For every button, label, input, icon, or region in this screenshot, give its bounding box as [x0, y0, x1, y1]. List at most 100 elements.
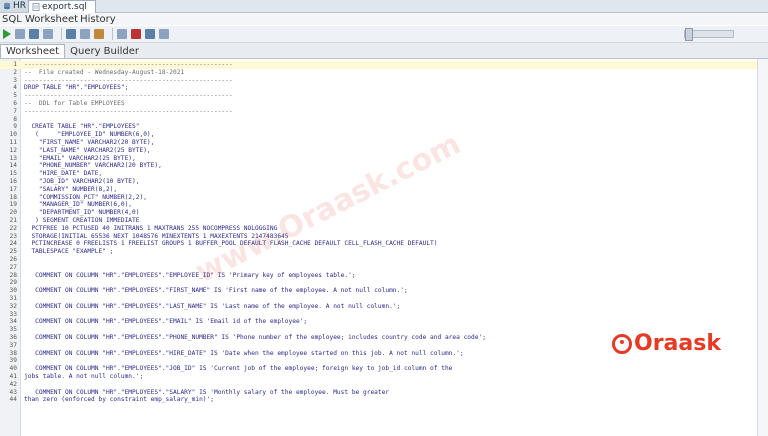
tab-export-sql[interactable]: export.sql: [28, 0, 96, 13]
subtab-sql-worksheet[interactable]: SQL Worksheet: [2, 14, 78, 25]
subtab-history[interactable]: History: [80, 14, 116, 25]
case-toggle-icon[interactable]: [159, 29, 169, 39]
line-text: ----------------------------------------…: [24, 107, 233, 115]
tab-worksheet[interactable]: Worksheet: [0, 44, 66, 58]
line-text: ----------------------------------------…: [24, 61, 233, 68]
line-text: "HIRE_DATE" DATE,: [24, 170, 103, 178]
line-number: 4: [13, 84, 17, 92]
line-number: 18: [9, 193, 17, 201]
line-number: 39: [9, 357, 17, 365]
line-number: 14: [9, 162, 17, 170]
toolbar-separator: [112, 28, 113, 40]
line-number: 19: [9, 201, 17, 209]
code-line: 12 "LAST_NAME" VARCHAR2(25 BYTE),: [0, 147, 758, 155]
code-line: 32 COMMENT ON COLUMN "HR"."EMPLOYEES"."L…: [0, 303, 758, 311]
line-text: ( "EMPLOYEE_ID" NUMBER(6,0),: [24, 131, 155, 139]
code-line: 2 -- File created - Wednesday-August-18-2…: [0, 69, 758, 77]
line-text: than zero (enforced by constraint emp_sa…: [24, 396, 214, 404]
line-text: "PHONE_NUMBER" VARCHAR2(20 BYTE),: [24, 162, 162, 170]
code-line: 19 "MANAGER_ID" NUMBER(6,0),: [0, 201, 758, 209]
code-line: 3 ---------------------------------------…: [0, 77, 758, 85]
line-number: 2: [13, 68, 17, 76]
line-number: 25: [9, 248, 17, 256]
line-number: 30: [9, 287, 17, 295]
code-line: 20 "DEPARTMENT_ID" NUMBER(4,0): [0, 209, 758, 217]
line-number: 32: [9, 302, 17, 310]
line-number: 43: [9, 388, 17, 396]
line-number: 8: [13, 115, 17, 123]
code-line: 34 COMMENT ON COLUMN "HR"."EMPLOYEES"."E…: [0, 318, 758, 326]
line-number: 22: [9, 224, 17, 232]
line-number: 29: [9, 279, 17, 287]
line-text: CREATE TABLE "HR"."EMPLOYEES": [24, 123, 140, 131]
run-statement-icon[interactable]: [3, 29, 11, 39]
code-line: 23 STORAGE(INITIAL 65536 NEXT 1048576 MI…: [0, 233, 758, 241]
line-text: "FIRST_NAME" VARCHAR2(20 BYTE),: [24, 139, 155, 146]
line-text: "COMMISSION_PCT" NUMBER(2,2),: [24, 193, 147, 201]
line-text: "MANAGER_ID" NUMBER(6,0),: [24, 201, 133, 209]
line-text: COMMENT ON COLUMN "HR"."EMPLOYEES"."FIRS…: [24, 287, 408, 295]
line-text: ----------------------------------------…: [24, 76, 233, 84]
line-number: 31: [9, 295, 17, 302]
line-number: 24: [9, 240, 17, 248]
line-number: 42: [9, 380, 17, 388]
line-text: COMMENT ON COLUMN "HR"."EMPLOYEES"."EMAI…: [24, 318, 308, 326]
worksheet-mode-tabs: Worksheet Query Builder: [0, 43, 768, 59]
sql-tuning-icon[interactable]: [117, 29, 127, 39]
rollback-icon[interactable]: [43, 29, 53, 39]
line-number: 21: [9, 217, 17, 224]
code-line: 44 than zero (enforced by constraint emp_…: [0, 396, 758, 404]
line-text: "SALARY" NUMBER(8,2),: [24, 185, 118, 193]
line-number: 3: [13, 76, 17, 84]
sql-editor[interactable]: 1 ---------------------------------------…: [0, 59, 758, 436]
line-number: 38: [9, 349, 17, 357]
line-text: "LAST_NAME" VARCHAR2(25 BYTE),: [24, 146, 151, 154]
line-number: 37: [9, 341, 17, 349]
line-text: DROP TABLE "HR"."EMPLOYEES";: [24, 84, 129, 92]
tab-label: HR: [13, 1, 27, 11]
line-number: 5: [13, 92, 17, 100]
code-line: 33: [0, 311, 758, 319]
line-text: "JOB_ID" VARCHAR2(10 BYTE),: [24, 178, 140, 185]
tab-query-builder[interactable]: Query Builder: [65, 45, 144, 58]
code-line: 6 -- DDL for Table EMPLOYEES: [0, 100, 758, 108]
line-number: 34: [9, 318, 17, 326]
history-icon[interactable]: [145, 29, 155, 39]
line-text: ----------------------------------------…: [24, 92, 233, 100]
line-number: 23: [9, 232, 17, 240]
worksheet-subtabs: SQL Worksheet History: [0, 13, 768, 25]
editor-scrollbar[interactable]: [757, 59, 768, 436]
line-text: -- DDL for Table EMPLOYEES: [24, 100, 125, 107]
commit-icon[interactable]: [29, 29, 39, 39]
sql-file-icon: [32, 3, 40, 11]
line-number: 9: [13, 123, 17, 131]
autotrace-icon[interactable]: [80, 29, 90, 39]
document-tab-bar: HR export.sql: [0, 0, 768, 13]
line-number: 12: [9, 146, 17, 154]
line-number: 41: [9, 373, 17, 380]
line-number: 27: [9, 263, 17, 271]
line-text: COMMENT ON COLUMN "HR"."EMPLOYEES"."SALA…: [24, 388, 390, 396]
line-number: 40: [9, 365, 17, 373]
line-text: "DEPARTMENT_ID" NUMBER(4,0): [24, 209, 140, 217]
format-icon[interactable]: [94, 29, 104, 39]
line-number: 35: [9, 326, 17, 334]
code-line: 40 COMMENT ON COLUMN "HR"."EMPLOYEES"."J…: [0, 365, 758, 373]
line-number: 15: [9, 170, 17, 178]
line-text: COMMENT ON COLUMN "HR"."EMPLOYEES"."PHON…: [24, 334, 486, 341]
code-line: 31: [0, 295, 758, 303]
code-line: 7 ---------------------------------------…: [0, 108, 758, 116]
clear-icon[interactable]: [131, 29, 141, 39]
code-line: 5 ---------------------------------------…: [0, 92, 758, 100]
line-number: 17: [9, 185, 17, 193]
oraask-logo-icon: [612, 333, 632, 354]
slider-knob[interactable]: [685, 28, 693, 41]
run-script-icon[interactable]: [15, 29, 25, 39]
font-size-slider[interactable]: [684, 28, 734, 41]
line-text: TABLESPACE "EXAMPLE" ;: [24, 248, 114, 256]
code-line: 29: [0, 279, 758, 287]
line-number: 6: [13, 100, 17, 107]
database-icon: [4, 2, 10, 10]
explain-plan-icon[interactable]: [66, 29, 76, 39]
line-number: 16: [9, 178, 17, 185]
